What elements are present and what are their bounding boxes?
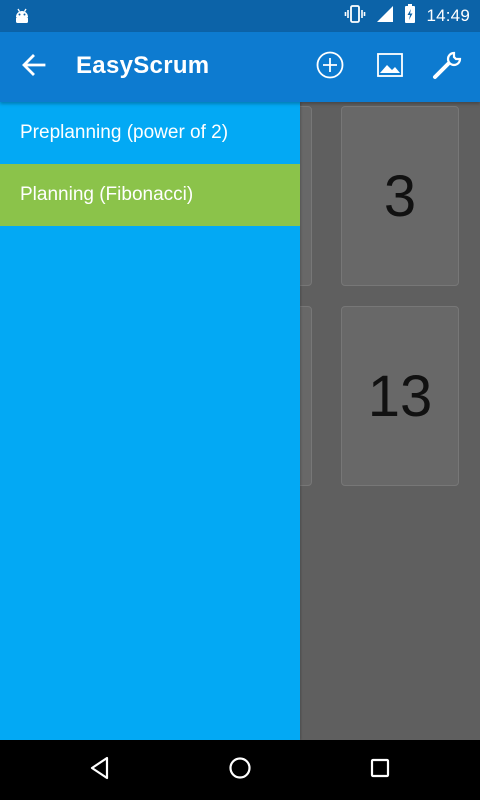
drawer-item-planning[interactable]: Planning (Fibonacci) — [0, 164, 300, 226]
card-value: 13 — [367, 363, 433, 429]
nav-recents-button[interactable] — [358, 748, 402, 792]
battery-icon — [404, 4, 416, 28]
nav-home-button[interactable] — [218, 748, 262, 792]
app-bar: EasyScrum — [0, 32, 480, 102]
status-bar: 14:49 — [0, 0, 480, 32]
back-triangle-icon — [87, 755, 113, 785]
drawer-item-label: Preplanning (power of 2) — [20, 122, 229, 143]
drawer-item-label: Planning (Fibonacci) — [20, 184, 194, 205]
drawer-item-preplanning[interactable]: Preplanning (power of 2) — [0, 102, 300, 164]
status-time: 14:49 — [426, 6, 470, 25]
app-title: EasyScrum — [76, 52, 210, 79]
home-circle-icon — [227, 755, 253, 785]
add-circle-icon — [315, 50, 345, 84]
navigation-drawer: Preplanning (power of 2) Planning (Fibon… — [0, 102, 300, 740]
wrench-icon — [431, 48, 465, 86]
image-button[interactable] — [372, 49, 408, 85]
arrow-back-icon — [20, 51, 48, 83]
estimate-card[interactable]: 13 — [341, 306, 459, 486]
vibrate-icon — [344, 5, 366, 27]
signal-icon — [376, 5, 394, 27]
system-nav-bar — [0, 740, 480, 800]
card-value: 3 — [383, 163, 417, 229]
add-button[interactable] — [312, 49, 348, 85]
recents-square-icon — [367, 755, 393, 785]
image-icon — [375, 50, 405, 84]
android-debug-icon — [12, 6, 32, 26]
nav-back-button[interactable] — [78, 748, 122, 792]
estimate-card[interactable]: 3 — [341, 106, 459, 286]
back-button[interactable] — [14, 47, 54, 87]
settings-button[interactable] — [430, 49, 466, 85]
